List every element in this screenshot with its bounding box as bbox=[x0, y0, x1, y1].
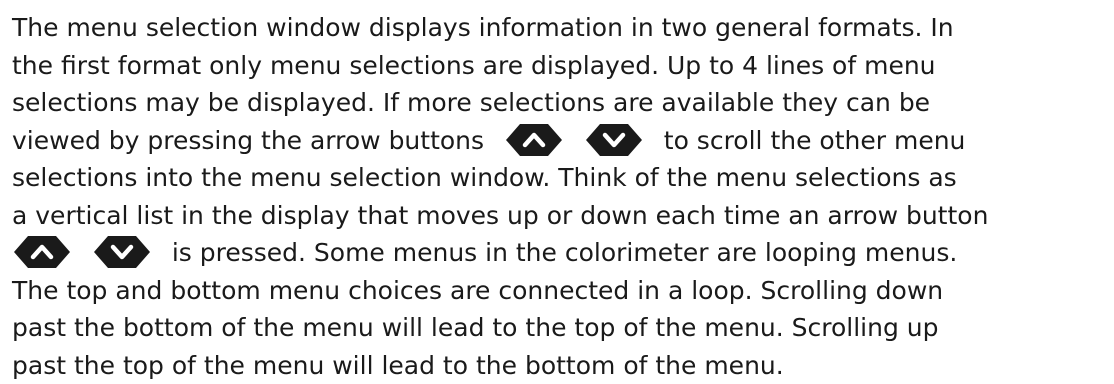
text-line: selections may be displayed. If more sel… bbox=[12, 88, 931, 117]
down-arrow-button-icon bbox=[584, 123, 644, 157]
text-line: The menu selection window displays infor… bbox=[12, 13, 954, 42]
menu-selection-paragraph: The menu selection window displays infor… bbox=[12, 9, 1102, 384]
text-segment: is pressed. Some menus in the colorimete… bbox=[171, 238, 958, 267]
down-arrow-button-icon bbox=[92, 235, 152, 269]
text-line-with-icons: viewed by pressing the arrow buttons to … bbox=[12, 122, 1102, 160]
text-line: past the bottom of the menu will lead to… bbox=[12, 313, 939, 342]
text-line: selections into the menu selection windo… bbox=[12, 163, 957, 192]
text-segment: viewed by pressing the arrow buttons bbox=[12, 125, 485, 155]
text-line: a vertical list in the display that move… bbox=[12, 200, 989, 230]
text-line-with-icons: is pressed. Some menus in the colorimete… bbox=[12, 234, 1102, 272]
text-segment: to scroll the other menu bbox=[663, 125, 966, 155]
text-line: the first format only menu selections ar… bbox=[12, 50, 936, 80]
document-page: The menu selection window displays infor… bbox=[0, 0, 1114, 384]
up-arrow-button-icon bbox=[12, 235, 72, 269]
text-line: past the top of the menu will lead to th… bbox=[12, 350, 784, 380]
up-arrow-button-icon bbox=[504, 123, 564, 157]
text-line: The top and bottom menu choices are conn… bbox=[12, 275, 944, 305]
